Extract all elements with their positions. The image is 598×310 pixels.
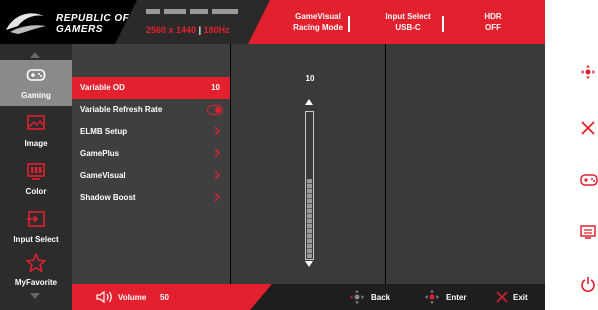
input-value: USB-C <box>395 23 421 32</box>
enter-button[interactable]: Enter <box>424 284 484 310</box>
sidebar-item-label: Color <box>25 187 47 196</box>
exit-button[interactable]: Exit <box>495 284 545 310</box>
hdr-status: HDR OFF <box>438 0 545 44</box>
sidebar-item-label: Image <box>24 139 48 148</box>
volume-label: Volume <box>118 293 147 302</box>
od-slider[interactable] <box>305 111 314 260</box>
gamevisual-value: Racing Mode <box>293 23 343 32</box>
sidebar-item-color[interactable]: Color <box>0 156 72 202</box>
chevron-right-icon <box>214 192 220 202</box>
menu-item-label: ELMB Setup <box>80 127 128 136</box>
status-strip: GameVisual Racing Mode Input Select USB-… <box>248 0 545 44</box>
resolution-readout: 2560 x 1440 | 180Hz <box>146 25 230 35</box>
scroll-down-icon[interactable] <box>30 293 40 299</box>
brand-line-2: GAMERS <box>56 24 103 35</box>
gamepad-icon[interactable] <box>580 173 598 187</box>
resolution-zone: 2560 x 1440 | 180Hz <box>115 0 270 44</box>
volume-shortcut[interactable]: Volume 50 <box>72 284 272 310</box>
submenu-list: Variable OD 10 Variable Refresh Rate ELM… <box>72 44 230 284</box>
gamepad-icon <box>26 69 46 81</box>
input-select-icon <box>27 211 45 227</box>
refresh-value: 180Hz <box>203 25 230 35</box>
volume-value: 50 <box>160 293 169 302</box>
menu-item-elmb-setup[interactable]: ELMB Setup <box>72 121 230 143</box>
menu-item-variable-refresh-rate[interactable]: Variable Refresh Rate <box>72 99 230 121</box>
footer-bar: Volume 50 Back Enter Exit <box>72 284 545 310</box>
menu-item-label: GameVisual <box>80 171 126 180</box>
input-title: Input Select <box>385 12 431 21</box>
sidebar-item-label: MyFavorite <box>14 278 58 287</box>
hdr-title: HDR <box>484 12 502 21</box>
menu-item-shadow-boost[interactable]: Shadow Boost <box>72 187 230 209</box>
detail-panel <box>386 44 545 284</box>
menu-item-gameplus[interactable]: GamePlus <box>72 143 230 165</box>
star-icon <box>26 253 46 273</box>
menu-item-variable-od[interactable]: Variable OD 10 <box>72 77 230 99</box>
model-name-redacted <box>146 6 246 17</box>
vrr-toggle[interactable] <box>207 105 223 115</box>
osd-window: REPUBLIC OF GAMERS 2560 x 1440 | 180Hz G… <box>0 0 545 310</box>
menu-item-value: 10 <box>211 83 220 92</box>
close-icon <box>496 291 508 303</box>
menu-item-label: GamePlus <box>80 149 120 158</box>
slider-value: 10 <box>305 74 315 83</box>
key-guide <box>580 0 598 310</box>
rog-eye-icon <box>6 13 46 34</box>
slider-down-icon[interactable] <box>305 261 313 267</box>
sidebar-item-label: Gaming <box>21 91 51 100</box>
slider-up-icon[interactable] <box>305 99 313 105</box>
menu-item-label: Variable Refresh Rate <box>80 105 163 114</box>
sidebar-item-gaming[interactable]: Gaming <box>0 60 72 106</box>
sidebar-item-image[interactable]: Image <box>0 108 72 154</box>
hdr-value: OFF <box>485 23 501 32</box>
sidebar-item-input-select[interactable]: Input Select <box>0 204 72 250</box>
scroll-up-icon[interactable] <box>30 52 40 58</box>
enter-label: Enter <box>446 293 467 302</box>
input-source-icon[interactable] <box>580 224 596 240</box>
chevron-right-icon <box>214 170 220 180</box>
category-sidebar: Gaming Image Color Input Select MyFavori… <box>0 44 72 310</box>
sidebar-item-myfavorite[interactable]: MyFavorite <box>0 247 72 293</box>
back-label: Back <box>371 293 391 302</box>
menu-item-label: Shadow Boost <box>80 193 136 202</box>
joystick-center-icon <box>425 290 439 304</box>
close-icon[interactable] <box>580 120 596 136</box>
gamevisual-title: GameVisual <box>295 12 341 21</box>
sidebar-item-label: Input Select <box>13 235 59 244</box>
value-panel: 10 <box>231 44 385 284</box>
slider-fill <box>307 179 312 258</box>
chevron-right-icon <box>214 148 220 158</box>
chevron-right-icon <box>214 126 220 136</box>
back-button[interactable]: Back <box>349 284 409 310</box>
menu-item-label: Variable OD <box>80 83 125 92</box>
exit-label: Exit <box>513 293 528 302</box>
resolution-value: 2560 x 1440 <box>146 25 197 35</box>
brand-line-1: REPUBLIC OF <box>56 13 130 24</box>
divider <box>348 16 350 32</box>
image-icon <box>27 115 45 130</box>
speaker-icon <box>96 290 112 304</box>
color-icon <box>27 163 45 180</box>
power-icon[interactable] <box>580 276 596 292</box>
joystick-icon[interactable] <box>580 64 596 80</box>
header-bar: REPUBLIC OF GAMERS 2560 x 1440 | 180Hz G… <box>0 0 545 44</box>
menu-item-gamevisual[interactable]: GameVisual <box>72 165 230 187</box>
joystick-left-icon <box>350 290 364 304</box>
